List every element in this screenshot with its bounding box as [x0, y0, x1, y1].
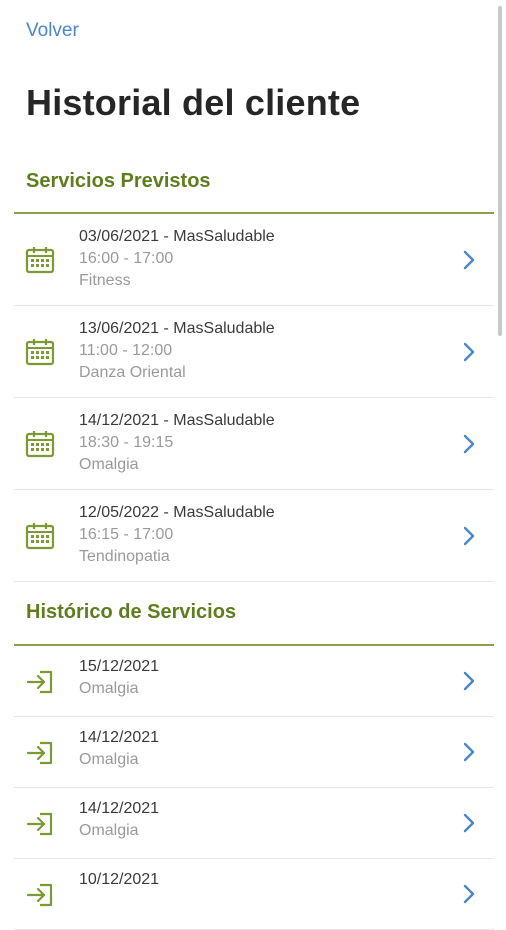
upcoming-services-list: 03/06/2021 - MasSaludable 16:00 - 17:00 …	[14, 214, 494, 582]
calendar-icon	[25, 523, 55, 550]
service-history-heading: Histórico de Servicios	[26, 601, 237, 623]
history-service-row[interactable]: 10/12/2021	[14, 859, 494, 930]
service-date-provider: 13/06/2021 - MasSaludable	[79, 320, 275, 337]
service-date: 10/12/2021	[79, 871, 160, 888]
service-time: 16:15 - 17:00	[79, 526, 174, 543]
calendar-icon	[25, 247, 55, 274]
back-link[interactable]: Volver	[26, 20, 79, 42]
chevron-right-icon[interactable]	[462, 433, 476, 455]
service-date: 14/12/2021	[79, 800, 160, 817]
service-name: Omalgia	[79, 822, 139, 839]
upcoming-service-row[interactable]: 12/05/2022 - MasSaludable 16:15 - 17:00 …	[14, 490, 494, 582]
service-time: 11:00 - 12:00	[79, 342, 173, 359]
sign-in-icon	[26, 812, 53, 836]
calendar-icon	[25, 431, 55, 458]
service-time: 18:30 - 19:15	[79, 434, 174, 451]
upcoming-service-row[interactable]: 14/12/2021 - MasSaludable 18:30 - 19:15 …	[14, 398, 494, 490]
sign-in-icon	[26, 883, 53, 907]
page-title: Historial del cliente	[26, 82, 361, 123]
upcoming-services-heading: Servicios Previstos	[26, 170, 211, 192]
service-name: Danza Oriental	[79, 364, 186, 381]
history-service-row[interactable]: 14/12/2021 Omalgia	[14, 788, 494, 859]
service-date-provider: 03/06/2021 - MasSaludable	[79, 228, 275, 245]
sign-in-icon	[26, 670, 53, 694]
upcoming-service-row[interactable]: 13/06/2021 - MasSaludable 11:00 - 12:00 …	[14, 306, 494, 398]
history-service-row[interactable]: 15/12/2021 Omalgia	[14, 646, 494, 717]
service-history-list: 15/12/2021 Omalgia 14/12/2021 Omalgia 14…	[14, 646, 494, 930]
service-date-provider: 14/12/2021 - MasSaludable	[79, 412, 275, 429]
scrollbar[interactable]	[498, 6, 502, 336]
service-name: Omalgia	[79, 680, 139, 697]
chevron-right-icon[interactable]	[462, 249, 476, 271]
service-name: Omalgia	[79, 751, 139, 768]
chevron-right-icon[interactable]	[462, 812, 476, 834]
chevron-right-icon[interactable]	[462, 525, 476, 547]
service-date: 14/12/2021	[79, 729, 160, 746]
service-date: 15/12/2021	[79, 658, 160, 675]
history-service-row[interactable]: 14/12/2021 Omalgia	[14, 717, 494, 788]
chevron-right-icon[interactable]	[462, 741, 476, 763]
chevron-right-icon[interactable]	[462, 341, 476, 363]
calendar-icon	[25, 339, 55, 366]
service-date-provider: 12/05/2022 - MasSaludable	[79, 504, 275, 521]
chevron-right-icon[interactable]	[462, 883, 476, 905]
service-name: Fitness	[79, 272, 131, 289]
chevron-right-icon[interactable]	[462, 670, 476, 692]
sign-in-icon	[26, 741, 53, 765]
service-name: Omalgia	[79, 456, 139, 473]
service-name: Tendinopatia	[79, 548, 170, 565]
service-time: 16:00 - 17:00	[79, 250, 174, 267]
upcoming-service-row[interactable]: 03/06/2021 - MasSaludable 16:00 - 17:00 …	[14, 214, 494, 306]
